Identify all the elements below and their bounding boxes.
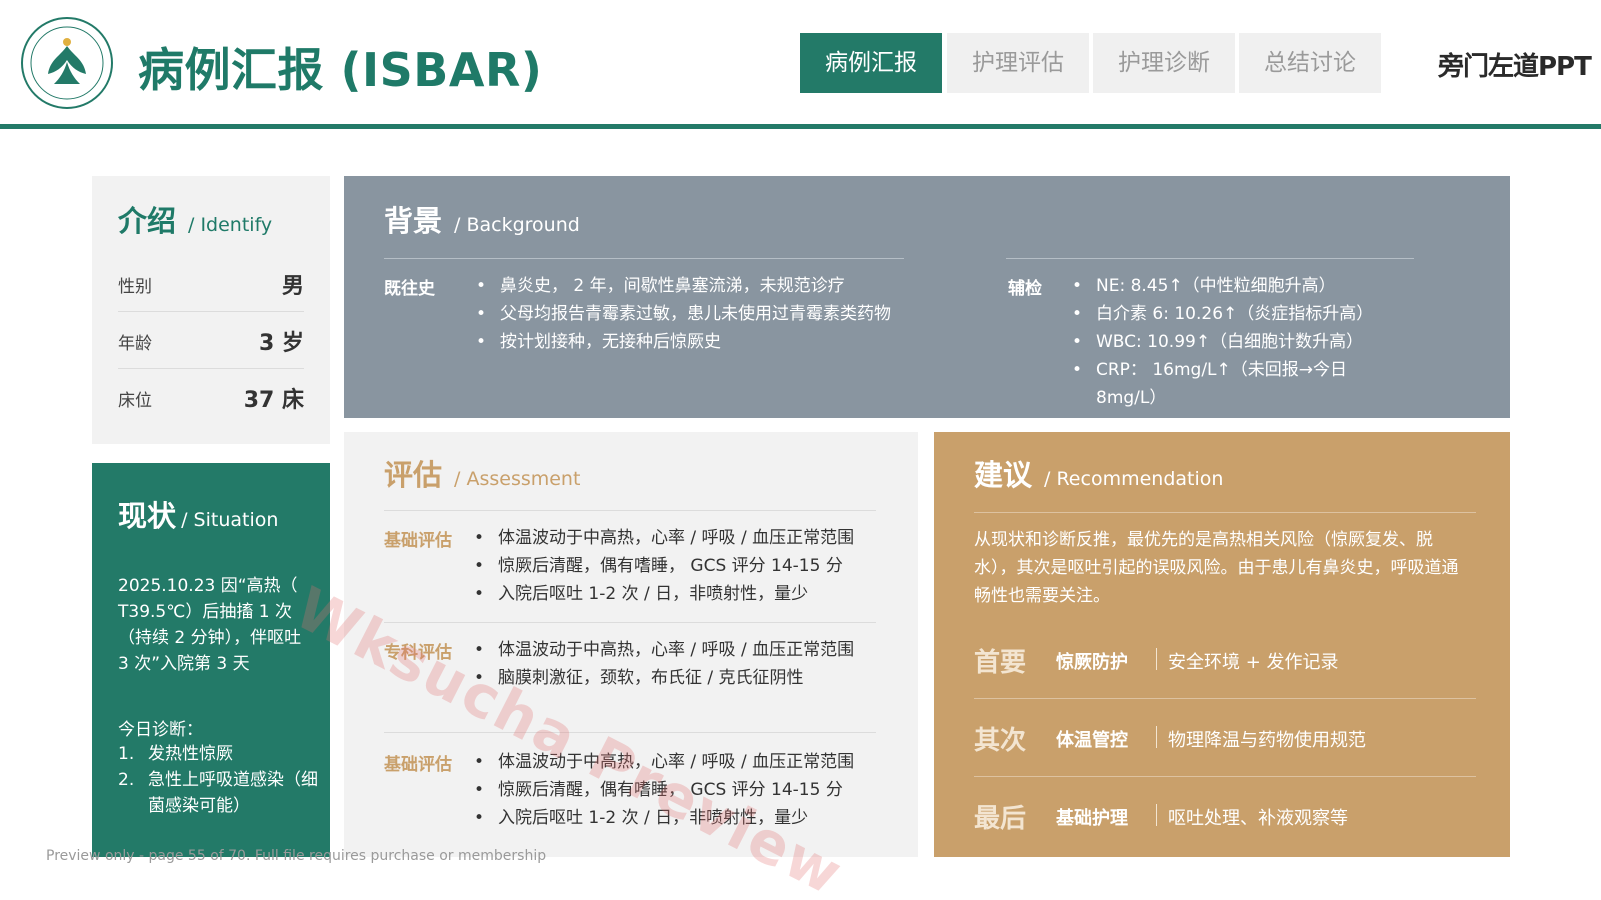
situation-text: 2025.10.23 因“高热（ T39.5℃）后抽搐 1 次（持续 2 分钟）…: [118, 576, 302, 674]
list-item: 入院后呕吐 1-2 次 / 日，非喷射性，量少: [474, 580, 884, 608]
background-title: 背景 / Background: [384, 198, 580, 240]
tab-nursing-diagnosis[interactable]: 护理诊断: [1093, 33, 1235, 93]
divider: [384, 510, 876, 511]
priority-desc: 安全环境 + 发作记录: [1168, 652, 1339, 673]
list-item: 1. 发热性惊厥: [118, 741, 318, 767]
list-item: 父母均报告青霉素过敏，患儿未使用过青霉素类药物: [476, 300, 916, 328]
priority-level: 首要: [974, 648, 1027, 678]
situation-title-zh: 现状: [118, 499, 177, 533]
identify-row-age: 年龄 3 岁: [118, 313, 304, 369]
list-item: WBC: 10.99↑（白细胞计数升高）: [1072, 328, 1412, 356]
recommendation-title-zh: 建议: [974, 458, 1033, 492]
list-item: 惊厥后清醒，偶有嗜睡， GCS 评分 14-15 分: [474, 552, 884, 580]
identify-row-gender: 性别 男: [118, 256, 304, 312]
priority-separator: [1156, 804, 1157, 826]
recommendation-title-en: / Recommendation: [1044, 468, 1224, 490]
diagnosis-text: 发热性惊厥: [148, 744, 233, 764]
priority-separator: [1156, 648, 1157, 670]
list-item: 按计划接种，无接种后惊厥史: [476, 328, 916, 356]
identify-row-bed: 床位 37 床: [118, 370, 304, 426]
list-item: CRP： 16mg/L↑（未回报→今日 8mg/L）: [1072, 356, 1412, 412]
divider: [974, 512, 1476, 513]
identify-value: 37 床: [243, 388, 304, 413]
page-title: 病例汇报 (ISBAR): [138, 43, 543, 97]
brand-logo: 旁门左道PPT: [1438, 52, 1592, 82]
assessment-section-label: 基础评估: [384, 755, 452, 775]
priority-keyword: 体温管控: [1056, 730, 1128, 751]
priority-row-first: 首要 惊厥防护 安全环境 + 发作记录: [974, 636, 1474, 686]
identify-value: 3 岁: [259, 331, 304, 356]
priority-desc: 呕吐处理、补液观察等: [1168, 808, 1348, 829]
identify-title-zh: 介绍: [118, 204, 177, 238]
list-item: 鼻炎史， 2 年，间歇性鼻塞流涕，未规范诊疗: [476, 272, 916, 300]
priority-level: 最后: [974, 804, 1027, 834]
hospital-emblem-icon: [21, 17, 113, 109]
labs-list: NE: 8.45↑（中性粒细胞升高） 白介素 6: 10.26↑（炎症指标升高）…: [1072, 272, 1412, 412]
background-title-en: / Background: [454, 214, 580, 236]
divider: [384, 622, 876, 623]
assessment-list: 体温波动于中高热，心率 / 呼吸 / 血压正常范围 脑膜刺激征，颈软，布氏征 /…: [474, 636, 884, 692]
divider: [974, 776, 1476, 777]
identify-label: 年龄: [118, 334, 152, 354]
recommendation-intro: 从现状和诊断反推，最优先的是高热相关风险（惊厥复发、脱水），其次是呕吐引起的误吸…: [974, 530, 1459, 606]
identify-label: 性别: [118, 277, 152, 297]
tab-case-report[interactable]: 病例汇报: [800, 33, 942, 93]
assessment-title-en: / Assessment: [454, 468, 581, 490]
assessment-section-label: 基础评估: [384, 531, 452, 551]
tab-summary-discussion[interactable]: 总结讨论: [1239, 33, 1381, 93]
priority-separator: [1156, 726, 1157, 748]
identify-label: 床位: [118, 391, 152, 411]
history-list: 鼻炎史， 2 年，间歇性鼻塞流涕，未规范诊疗 父母均报告青霉素过敏，患儿未使用过…: [476, 272, 916, 356]
priority-level: 其次: [974, 726, 1027, 756]
situation-title-en: / Situation: [181, 509, 279, 531]
list-number: 2.: [118, 770, 135, 790]
list-item: 体温波动于中高热，心率 / 呼吸 / 血压正常范围: [474, 636, 884, 664]
diagnosis-title: 今日诊断：: [118, 720, 203, 740]
divider: [384, 258, 904, 259]
header-divider: [0, 124, 1601, 129]
identify-panel: 介绍 / Identify 性别 男 年龄 3 岁 床位 37 床: [92, 176, 330, 444]
assessment-title: 评估 / Assessment: [384, 452, 580, 494]
divider: [1006, 258, 1414, 259]
tab-nursing-assessment[interactable]: 护理评估: [947, 33, 1089, 93]
divider: [384, 732, 876, 733]
assessment-list: 体温波动于中高热，心率 / 呼吸 / 血压正常范围 惊厥后清醒，偶有嗜睡， GC…: [474, 524, 884, 608]
identify-title: 介绍 / Identify: [118, 198, 272, 240]
list-number: 1.: [118, 744, 135, 764]
list-item: NE: 8.45↑（中性粒细胞升高）: [1072, 272, 1412, 300]
identify-title-en: / Identify: [188, 214, 273, 236]
recommendation-title: 建议 / Recommendation: [974, 452, 1223, 494]
background-title-zh: 背景: [384, 204, 443, 238]
assessment-title-zh: 评估: [384, 458, 443, 492]
labs-label: 辅检: [1008, 279, 1042, 299]
divider: [974, 698, 1476, 699]
priority-desc: 物理降温与药物使用规范: [1168, 730, 1366, 751]
situation-title: 现状 / Situation: [118, 493, 278, 535]
priority-keyword: 惊厥防护: [1056, 652, 1128, 673]
situation-panel: 现状 / Situation 2025.10.23 因“高热（ T39.5℃）后…: [92, 463, 330, 857]
history-label: 既往史: [384, 279, 435, 299]
list-item: 2. 急性上呼吸道感染（细菌感染可能）: [118, 767, 318, 819]
priority-row-last: 最后 基础护理 呕吐处理、补液观察等: [974, 792, 1474, 842]
priority-keyword: 基础护理: [1056, 808, 1128, 829]
background-panel: 背景 / Background 既往史 鼻炎史， 2 年，间歇性鼻塞流涕，未规范诊…: [344, 176, 1510, 418]
identify-value: 男: [281, 274, 304, 299]
list-item: 白介素 6: 10.26↑（炎症指标升高）: [1072, 300, 1412, 328]
diagnosis-text: 急性上呼吸道感染（细菌感染可能）: [148, 770, 318, 816]
diagnosis-list: 1. 发热性惊厥 2. 急性上呼吸道感染（细菌感染可能）: [118, 741, 318, 819]
preview-note: Preview only - page 55 of 70. Full file …: [46, 848, 547, 864]
recommendation-panel: 建议 / Recommendation 从现状和诊断反推，最优先的是高热相关风险（…: [934, 432, 1510, 857]
priority-row-second: 其次 体温管控 物理降温与药物使用规范: [974, 714, 1474, 764]
list-item: 体温波动于中高热，心率 / 呼吸 / 血压正常范围: [474, 524, 884, 552]
